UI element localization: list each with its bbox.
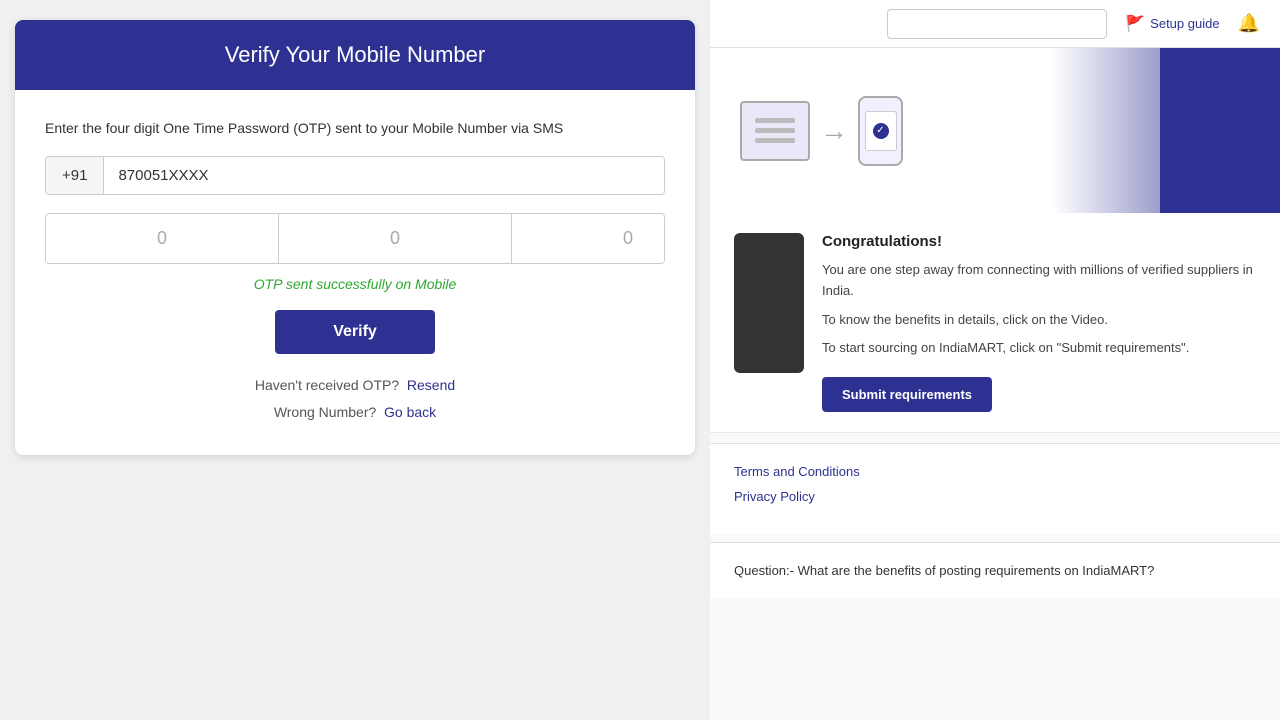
verify-button[interactable]: Verify	[275, 310, 435, 354]
otp-card-header: Verify Your Mobile Number	[15, 20, 695, 90]
doc-line-2	[755, 128, 795, 133]
congrats-title: Congratulations!	[822, 233, 1256, 250]
banner-area: → ✓	[710, 48, 1280, 213]
phone-prefix: +91	[46, 157, 104, 194]
doc-line-1	[755, 118, 795, 123]
otp-box-3[interactable]	[512, 214, 665, 263]
arrow-right-icon: →	[820, 115, 848, 147]
otp-title: Verify Your Mobile Number	[225, 42, 485, 67]
banner-illustration: → ✓	[740, 96, 903, 166]
resend-link[interactable]: Resend	[407, 377, 455, 393]
otp-card-body: Enter the four digit One Time Password (…	[15, 90, 695, 455]
submit-requirements-button[interactable]: Submit requirements	[822, 377, 992, 412]
terms-and-conditions-link[interactable]: Terms and Conditions	[734, 464, 1256, 479]
privacy-policy-link[interactable]: Privacy Policy	[734, 489, 1256, 504]
otp-box-2[interactable]	[279, 214, 512, 263]
otp-boxes	[45, 213, 665, 264]
blue-strip	[1160, 48, 1280, 213]
otp-success-message: OTP sent successfully on Mobile	[45, 276, 665, 292]
congrats-text-block: Congratulations! You are one step away f…	[822, 233, 1256, 412]
faq-title: Question:- What are the benefits of post…	[734, 563, 1256, 578]
faq-section: Question:- What are the benefits of post…	[710, 542, 1280, 598]
otp-links: Haven't received OTP? Resend Wrong Numbe…	[45, 372, 665, 425]
setup-guide-label: Setup guide	[1150, 16, 1219, 31]
otp-box-1[interactable]	[46, 214, 279, 263]
footer-links-section: Terms and Conditions Privacy Policy	[710, 443, 1280, 534]
bell-icon[interactable]: 🔔	[1238, 13, 1260, 34]
congrats-desc-3: To start sourcing on IndiaMART, click on…	[822, 338, 1256, 359]
phone-number-input[interactable]	[104, 157, 664, 194]
left-panel: Verify Your Mobile Number Enter the four…	[0, 0, 710, 720]
person-thumbnail	[734, 233, 804, 373]
doc-line-3	[755, 138, 795, 143]
flag-icon: 🚩	[1125, 14, 1145, 34]
phone-input-row: +91	[45, 156, 665, 195]
setup-guide-link[interactable]: 🚩 Setup guide	[1125, 14, 1219, 34]
congrats-desc-1: You are one step away from connecting wi…	[822, 260, 1256, 302]
congrats-section: Congratulations! You are one step away f…	[710, 213, 1280, 433]
otp-description: Enter the four digit One Time Password (…	[45, 120, 665, 136]
phone-icon: ✓	[858, 96, 903, 166]
otp-card: Verify Your Mobile Number Enter the four…	[15, 20, 695, 455]
check-circle-icon: ✓	[873, 123, 889, 139]
right-panel: 🚩 Setup guide 🔔 → ✓ Congratul	[710, 0, 1280, 720]
resend-label: Haven't received OTP?	[255, 377, 399, 393]
document-icon	[740, 101, 810, 161]
search-bar[interactable]	[887, 9, 1107, 39]
congrats-desc-2: To know the benefits in details, click o…	[822, 310, 1256, 331]
go-back-link[interactable]: Go back	[384, 404, 436, 420]
wrong-number-label: Wrong Number?	[274, 404, 376, 420]
right-top-bar: 🚩 Setup guide 🔔	[710, 0, 1280, 48]
phone-screen: ✓	[865, 111, 897, 151]
